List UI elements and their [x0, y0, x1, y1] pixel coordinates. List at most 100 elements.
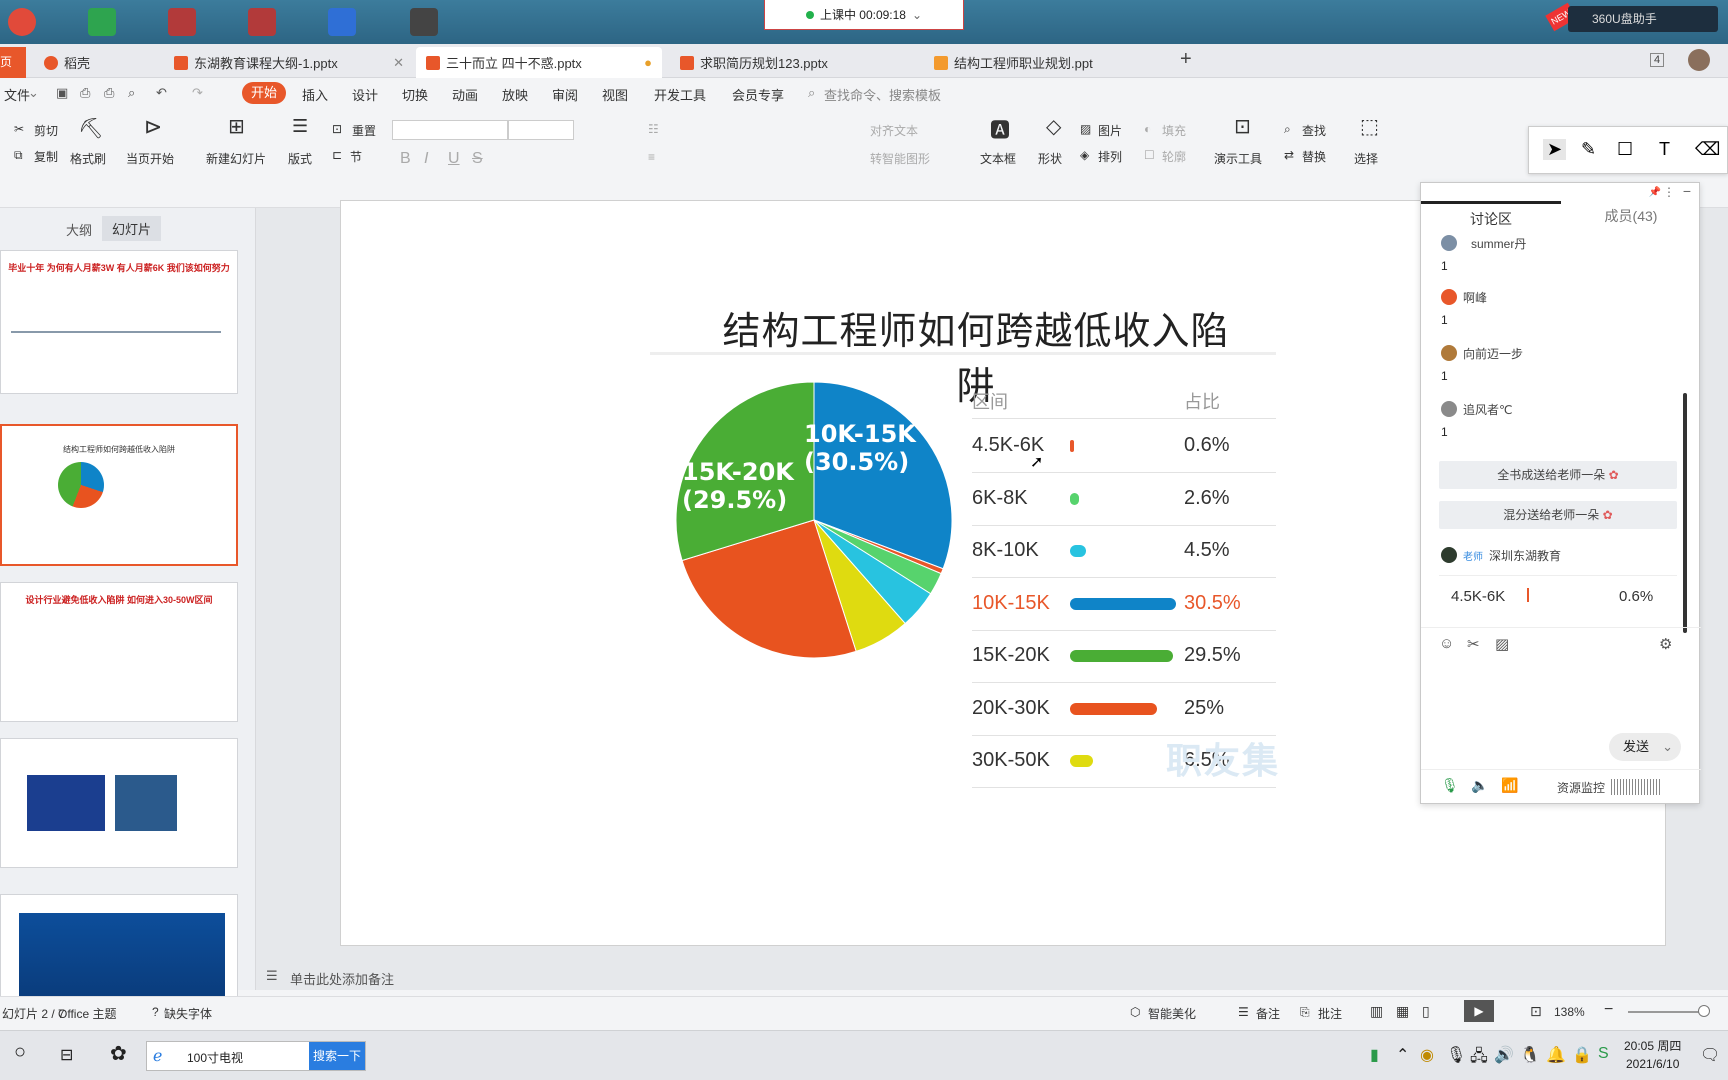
italic-icon[interactable]: I [424, 150, 428, 168]
menu-start[interactable]: 开始 [242, 82, 286, 104]
play-icon[interactable]: ▶ [1464, 1000, 1494, 1022]
tray-volume-icon[interactable]: 🔊 [1494, 1045, 1514, 1065]
search-circle-icon[interactable]: ○ [14, 1041, 26, 1064]
app-icon-1[interactable] [8, 8, 36, 36]
slide-thumbnail-1[interactable]: 毕业十年 为何有人月薪3W 有人月薪6K 我们该如何努力 [0, 250, 238, 394]
task-view-icon[interactable]: ⊟ [60, 1045, 73, 1065]
tray-network-icon[interactable]: 🖧 [1470, 1045, 1488, 1072]
cut-icon[interactable]: ✂ [14, 122, 24, 136]
textbox-button[interactable]: 文本框 [980, 150, 1016, 167]
clock-time[interactable]: 20:05 周四 [1624, 1037, 1681, 1054]
tray-battery-icon[interactable]: ▮ [1370, 1045, 1379, 1065]
pointer-icon[interactable]: ➤ [1543, 139, 1567, 160]
resource-monitor[interactable]: 资源监控 [1557, 779, 1605, 796]
tab-outline[interactable]: 大纲 [66, 220, 92, 239]
bold-icon[interactable]: B [400, 150, 411, 168]
send-button[interactable]: 发送 ⌄ [1609, 733, 1681, 761]
message-input[interactable] [1431, 661, 1691, 731]
zoom-out-icon[interactable]: − [1604, 1001, 1613, 1019]
zoom-slider[interactable] [1628, 1011, 1708, 1013]
minimize-icon[interactable]: − [1683, 183, 1691, 199]
redo-icon[interactable]: ↷ [192, 85, 203, 101]
strikethrough-icon[interactable]: S [472, 150, 483, 168]
more-icon[interactable]: ⋮ [1663, 185, 1675, 199]
presentation-tools-button[interactable]: 演示工具 [1214, 150, 1262, 167]
app-icon-rar-2[interactable] [248, 8, 276, 36]
text-icon[interactable]: T [1659, 139, 1670, 160]
browser-search-text[interactable]: 100寸电视 [187, 1049, 243, 1066]
tab-members[interactable]: 成员(43) [1561, 201, 1701, 231]
menu-transition[interactable]: 切换 [402, 85, 428, 104]
tray-wps-icon[interactable]: S [1598, 1045, 1609, 1063]
normal-view-icon[interactable]: ▥ [1370, 1003, 1383, 1020]
menu-slideshow[interactable]: 放映 [502, 85, 528, 104]
window-count[interactable]: 4 [1650, 53, 1665, 67]
class-status-bar[interactable]: 上课中 00:09:18 ⌄ [764, 0, 964, 30]
zoom-level[interactable]: 138% [1554, 1005, 1585, 1019]
user-avatar[interactable] [1688, 49, 1710, 71]
command-search[interactable]: 查找命令、搜索模板 [824, 85, 941, 104]
copy-icon[interactable]: ⧉ [14, 148, 23, 163]
app-icon-doc[interactable] [328, 8, 356, 36]
app-icon-camera[interactable] [410, 8, 438, 36]
theme-name[interactable]: Office 主题 [58, 1005, 116, 1022]
pin-icon[interactable]: 📌 [1649, 187, 1661, 198]
reset-button[interactable]: 重置 [352, 122, 376, 139]
outline-button[interactable]: 轮廓 [1162, 148, 1186, 165]
reset-icon[interactable]: ⊡ [332, 122, 342, 136]
format-painter-icon[interactable]: ⛏ [78, 116, 103, 141]
emoji-icon[interactable]: ☺ [1439, 635, 1454, 652]
play-circle-icon[interactable]: ⊳ [144, 114, 162, 140]
export-icon[interactable]: ⎙ [80, 85, 90, 101]
presentation-tools-icon[interactable]: ⊡ [1234, 114, 1251, 139]
home-tab[interactable]: 页 [0, 47, 26, 78]
print-icon[interactable]: ⎙ [104, 85, 114, 101]
menu-review[interactable]: 审阅 [552, 85, 578, 104]
font-size-select[interactable] [508, 120, 574, 140]
notes-toggle-button[interactable]: 备注 [1256, 1005, 1280, 1022]
select-button[interactable]: 选择 [1354, 150, 1378, 167]
cut-button[interactable]: 剪切 [34, 122, 58, 139]
rectangle-icon[interactable]: ☐ [1617, 139, 1633, 160]
play-from-current-button[interactable]: 当页开始 [126, 150, 174, 167]
app-icon[interactable]: ✿ [110, 1041, 127, 1066]
tab-active-presentation[interactable]: 三十而立 四十不惑.pptx ● [416, 47, 662, 78]
notes-placeholder[interactable]: 单击此处添加备注 [290, 969, 394, 988]
tab-resume[interactable]: 求职简历规划123.pptx [670, 47, 910, 78]
tab-career-plan[interactable]: 结构工程师职业规划.ppt [924, 47, 1164, 78]
tab-discussion[interactable]: 讨论区 [1421, 201, 1561, 231]
tray-lock-icon[interactable]: 🔒 [1572, 1045, 1592, 1065]
save-icon[interactable]: ▣ [56, 85, 68, 101]
speaker-icon[interactable]: 🔈 [1471, 777, 1488, 794]
sorter-view-icon[interactable]: ▦ [1396, 1003, 1409, 1020]
slide-thumbnail-3[interactable]: 设计行业避免低收入陷阱 如何进入30-50W区间 [0, 582, 238, 722]
browser-search-box[interactable]: ℯ 100寸电视 搜索一下 [146, 1041, 366, 1071]
menu-animation[interactable]: 动画 [452, 85, 478, 104]
underline-icon[interactable]: U [448, 150, 460, 168]
tray-notify-icon[interactable]: 🔔 [1546, 1045, 1566, 1065]
smart-beautify-button[interactable]: 智能美化 [1148, 1005, 1196, 1022]
menu-developer[interactable]: 开发工具 [654, 85, 706, 104]
menu-file[interactable]: 文件 [4, 85, 30, 104]
clock-date[interactable]: 2021/6/10 [1626, 1057, 1679, 1071]
chevron-down-icon[interactable]: ⌄ [28, 85, 39, 101]
new-slide-icon[interactable]: ⊞ [228, 114, 245, 139]
undo-icon[interactable]: ↶ [156, 85, 167, 101]
layout-button[interactable]: 版式 [288, 150, 312, 167]
menu-insert[interactable]: 插入 [302, 85, 328, 104]
eraser-icon[interactable]: ⌫ [1695, 139, 1720, 160]
picture-icon[interactable]: ▨ [1080, 122, 1091, 136]
format-painter-button[interactable]: 格式刷 [70, 150, 106, 167]
menu-design[interactable]: 设计 [352, 85, 378, 104]
smart-shape-button[interactable]: 转智能图形 [870, 150, 930, 167]
find-button[interactable]: 查找 [1302, 122, 1326, 139]
select-icon[interactable]: ⬚ [1360, 114, 1379, 139]
close-icon[interactable]: ✕ [393, 55, 404, 71]
fit-icon[interactable]: ⊡ [1530, 1003, 1542, 1020]
tab-docer[interactable]: 稻壳 [34, 47, 154, 78]
slide-thumbnail-2[interactable]: 结构工程师如何跨越低收入陷阱 [0, 424, 238, 566]
menu-view[interactable]: 视图 [602, 85, 628, 104]
section-icon[interactable]: ⊏ [332, 148, 342, 162]
search-button[interactable]: 搜索一下 [309, 1042, 365, 1070]
bullets-icon[interactable]: ☷ [648, 122, 659, 136]
